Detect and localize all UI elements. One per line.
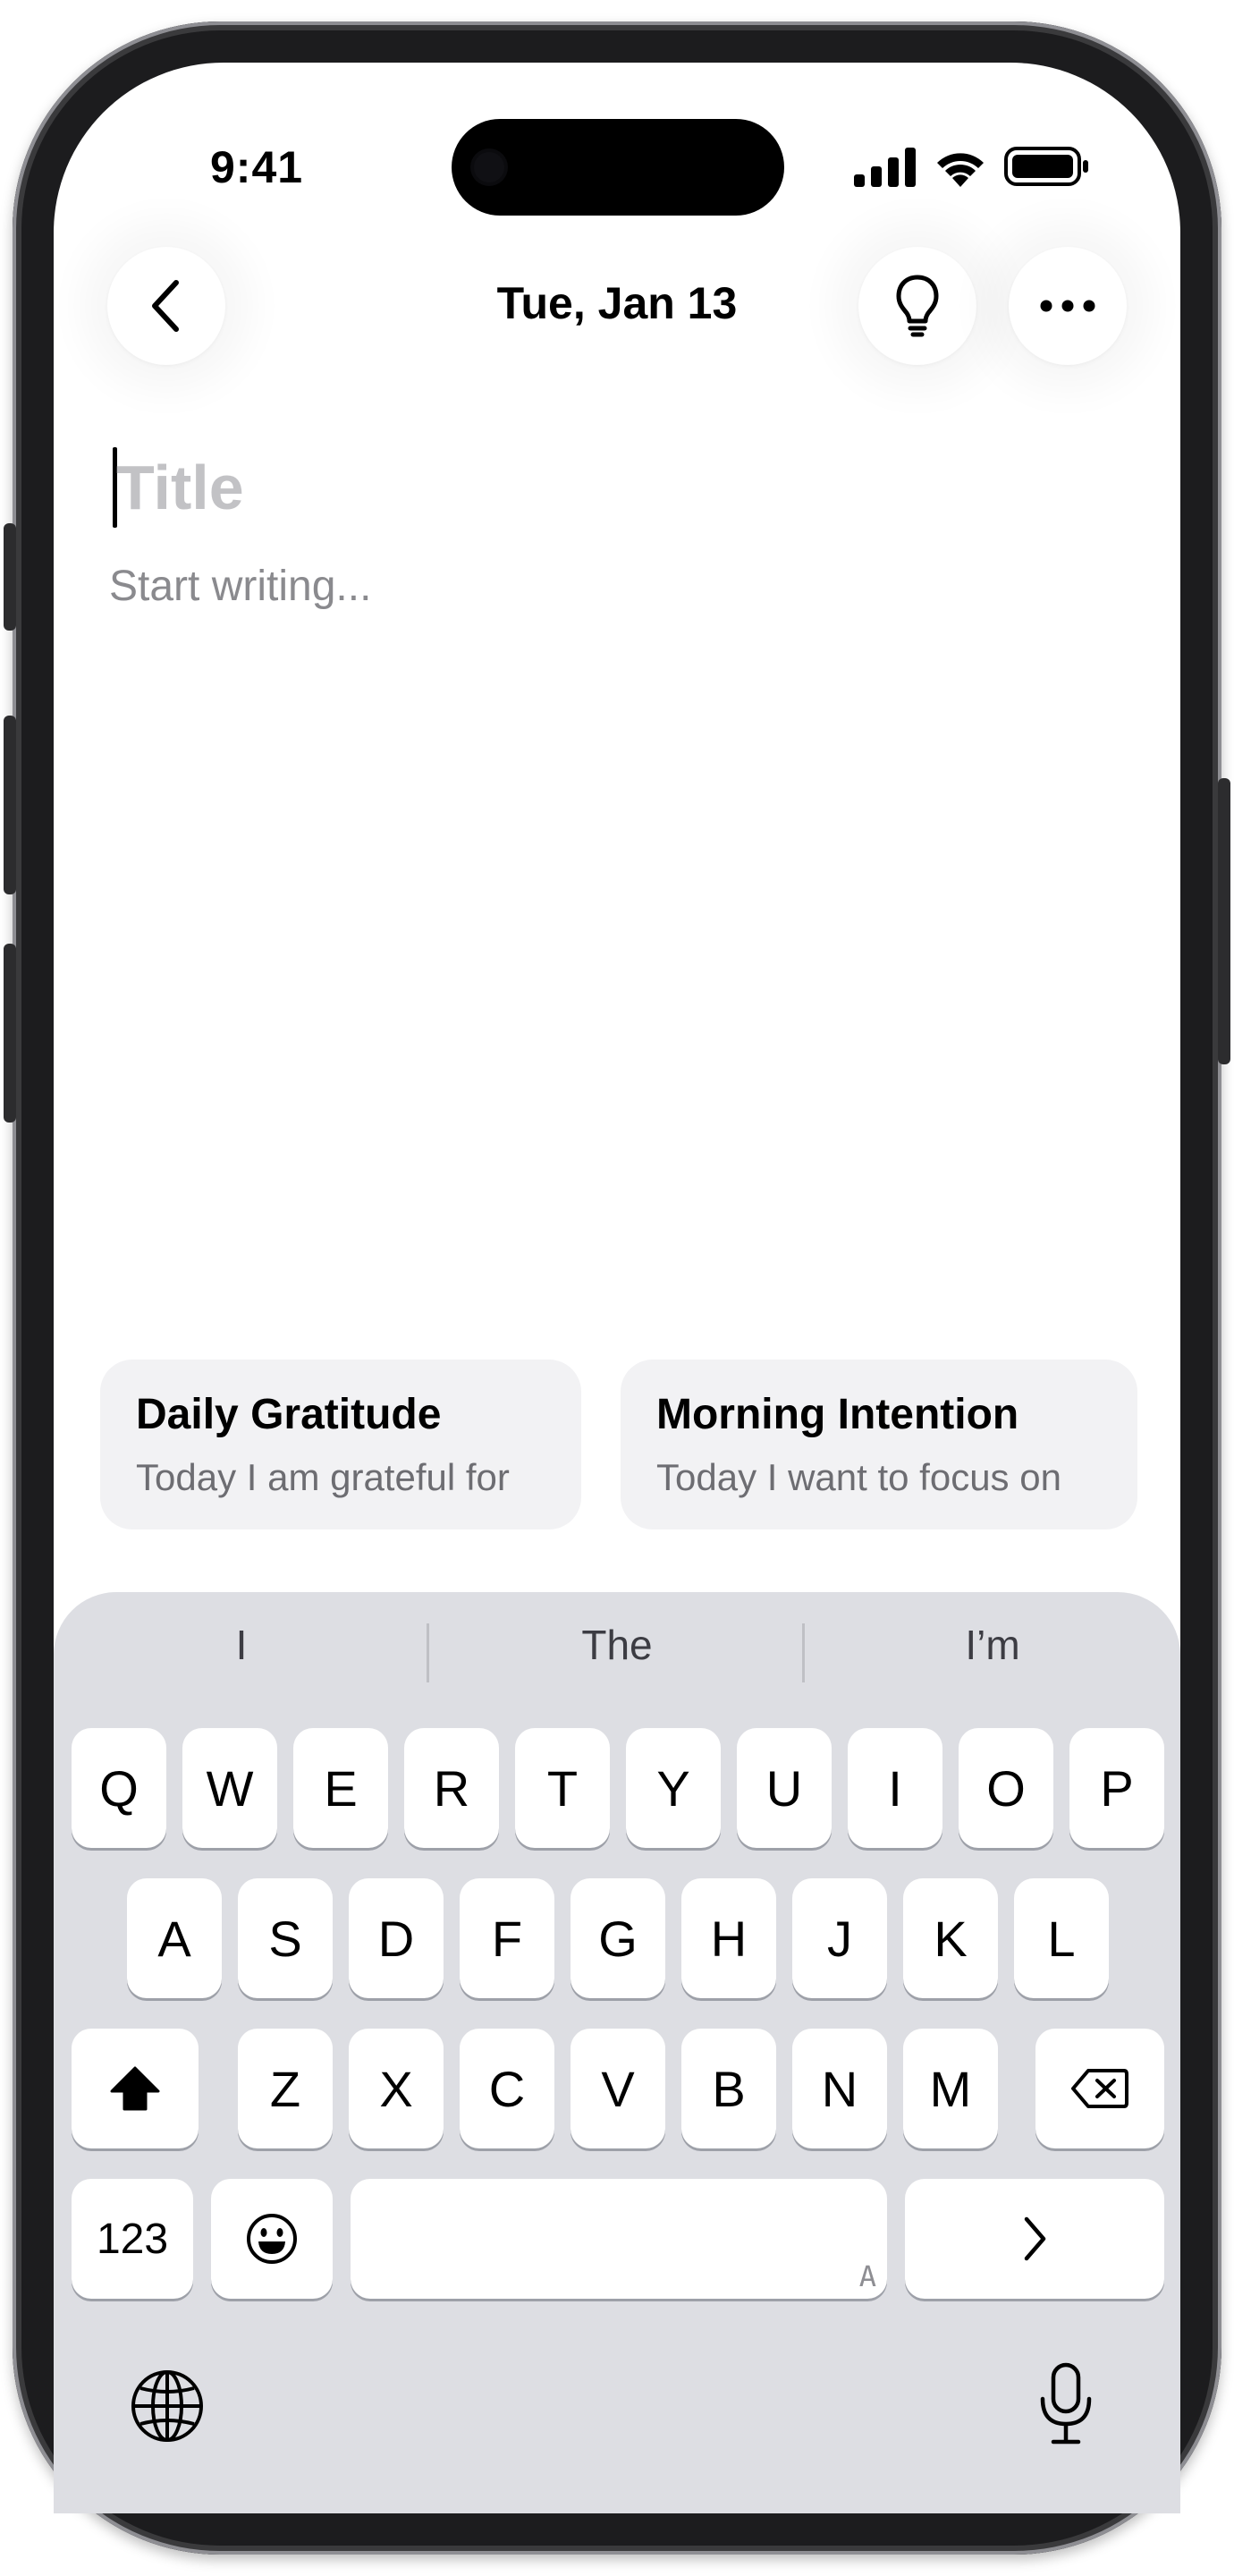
title-input[interactable]: Title: [116, 452, 244, 523]
key-p[interactable]: P: [1069, 1728, 1164, 1848]
prediction-divider: [427, 1623, 429, 1682]
status-time: 9:41: [210, 142, 304, 192]
key-y[interactable]: Y: [626, 1728, 721, 1848]
key-h[interactable]: H: [681, 1878, 776, 1998]
key-t[interactable]: T: [515, 1728, 610, 1848]
microphone-icon: [1040, 2362, 1092, 2445]
prediction-3[interactable]: I’m: [841, 1621, 1145, 1683]
key-j[interactable]: J: [792, 1878, 887, 1998]
page-title: Tue, Jan 13: [496, 278, 738, 328]
key-s[interactable]: S: [238, 1878, 333, 1998]
key-o[interactable]: O: [959, 1728, 1053, 1848]
power-button: [1218, 778, 1230, 1064]
space-key[interactable]: A: [351, 2179, 887, 2299]
prediction-1[interactable]: I: [89, 1621, 393, 1683]
key-d[interactable]: D: [349, 1878, 444, 1998]
ideas-button[interactable]: [858, 247, 976, 365]
space-key-hint: A: [858, 2259, 876, 2293]
key-k[interactable]: K: [903, 1878, 998, 1998]
key-f[interactable]: F: [460, 1878, 554, 1998]
globe-icon: [131, 2370, 203, 2442]
more-options-button[interactable]: [1009, 247, 1127, 365]
shift-key[interactable]: [72, 2029, 199, 2148]
volume-down-button: [4, 944, 16, 1123]
key-v[interactable]: V: [571, 2029, 665, 2148]
back-button[interactable]: [107, 247, 225, 365]
dictation-button[interactable]: [1037, 2361, 1095, 2447]
suggestion-title: Daily Gratitude: [136, 1391, 442, 1438]
delete-key[interactable]: [1035, 2029, 1164, 2148]
numbers-key[interactable]: 123: [72, 2179, 193, 2299]
suggestion-subtitle: Today I am grateful for: [136, 1456, 510, 1498]
delete-icon: [1071, 2069, 1128, 2108]
key-r[interactable]: R: [404, 1728, 499, 1848]
key-i[interactable]: I: [848, 1728, 942, 1848]
volume-up-button: [4, 716, 16, 894]
key-n[interactable]: N: [792, 2029, 887, 2148]
prediction-2[interactable]: The: [465, 1621, 769, 1683]
key-g[interactable]: G: [571, 1878, 665, 1998]
suggestion-subtitle: Today I want to focus on: [656, 1456, 1061, 1498]
shift-icon: [110, 2066, 160, 2111]
emoji-key[interactable]: [211, 2179, 333, 2299]
key-c[interactable]: C: [460, 2029, 554, 2148]
chevron-right-icon: [1024, 2216, 1046, 2261]
globe-button[interactable]: [130, 2368, 205, 2444]
emoji-icon: [247, 2214, 297, 2264]
key-x[interactable]: X: [349, 2029, 444, 2148]
key-a[interactable]: A: [127, 1878, 222, 1998]
wifi-icon: [933, 146, 988, 191]
suggestion-card-intention[interactable]: Morning Intention Today I want to focus …: [621, 1360, 1137, 1530]
key-z[interactable]: Z: [238, 2029, 333, 2148]
key-e[interactable]: E: [293, 1728, 388, 1848]
key-q[interactable]: Q: [72, 1728, 166, 1848]
body-input[interactable]: Start writing...: [109, 562, 371, 611]
suggestion-card-gratitude[interactable]: Daily Gratitude Today I am grateful for: [100, 1360, 581, 1530]
key-u[interactable]: U: [737, 1728, 832, 1848]
ellipsis-icon: [1040, 300, 1095, 312]
action-button: [4, 523, 16, 631]
front-camera: [474, 152, 504, 182]
suggestion-title: Morning Intention: [656, 1391, 1019, 1438]
lightbulb-icon: [896, 275, 939, 337]
chevron-left-icon: [152, 280, 179, 332]
key-w[interactable]: W: [182, 1728, 277, 1848]
prediction-divider: [802, 1623, 805, 1682]
key-l[interactable]: L: [1014, 1878, 1109, 1998]
return-key[interactable]: [905, 2179, 1164, 2299]
battery-icon: [1004, 146, 1090, 191]
key-b[interactable]: B: [681, 2029, 776, 2148]
key-m[interactable]: M: [903, 2029, 998, 2148]
signal-icon: [854, 148, 917, 191]
